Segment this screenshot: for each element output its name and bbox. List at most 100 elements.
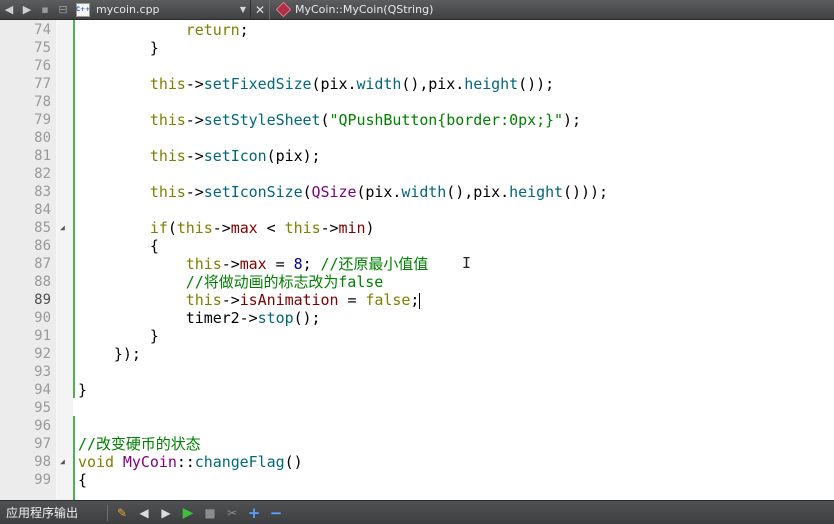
code-token: max bbox=[230, 219, 258, 237]
code-token: { bbox=[78, 471, 87, 489]
code-line[interactable]: this->setStyleSheet("QPushButton{border:… bbox=[78, 111, 581, 129]
code-token: (),pix. bbox=[401, 75, 465, 93]
code-line[interactable]: //将做动画的标志改为false bbox=[78, 273, 383, 291]
code-line[interactable]: this->setIcon(pix); bbox=[78, 147, 321, 165]
zoom-in-icon[interactable]: + bbox=[243, 503, 265, 523]
line-number: 83 bbox=[34, 184, 51, 200]
output-pane-bar: 应用程序输出 ✎ ◀ ▶ ▶ ■ ✂ + − bbox=[0, 500, 834, 524]
code-token: (); bbox=[293, 309, 321, 327]
code-line[interactable]: void MyCoin::changeFlag() bbox=[78, 453, 303, 471]
change-marker bbox=[73, 20, 75, 398]
code-token: -> bbox=[320, 219, 339, 237]
reattach-icon[interactable]: ✎ bbox=[111, 503, 133, 523]
code-token: changeFlag bbox=[194, 453, 285, 471]
code-token: setIcon bbox=[203, 147, 267, 165]
code-line[interactable]: this->max = 8; //还原最小值值 bbox=[78, 255, 428, 273]
code-token: -> bbox=[221, 291, 240, 309]
code-line[interactable]: { bbox=[78, 471, 87, 489]
line-number: 77 bbox=[34, 76, 51, 92]
code-token: //还原最小值值 bbox=[320, 255, 429, 273]
fold-toggle-icon[interactable]: ◢ bbox=[60, 219, 65, 237]
previous-item-icon[interactable]: ◀ bbox=[133, 503, 155, 523]
line-number: 89 bbox=[34, 292, 51, 308]
code-token: this bbox=[185, 291, 222, 309]
back-arrow-icon[interactable]: ◀ bbox=[0, 0, 18, 20]
line-number: 93 bbox=[34, 364, 51, 380]
forward-arrow-icon[interactable]: ▶ bbox=[18, 0, 36, 20]
code-token: = bbox=[266, 255, 294, 273]
line-number: 78 bbox=[34, 94, 51, 110]
cpp-file-icon: C++ bbox=[76, 2, 90, 17]
line-number: 74 bbox=[34, 22, 51, 38]
code-token: this bbox=[149, 147, 186, 165]
code-token: setIconSize bbox=[203, 183, 303, 201]
split-icon[interactable]: ⊟ bbox=[54, 0, 72, 20]
line-number: 85 bbox=[34, 220, 51, 236]
next-item-icon[interactable]: ▶ bbox=[155, 503, 177, 523]
code-editor[interactable]: return; } this->setFixedSize(pix.width()… bbox=[0, 20, 834, 500]
fold-margin bbox=[57, 20, 73, 500]
zoom-out-icon[interactable]: − bbox=[265, 503, 287, 523]
line-number: 86 bbox=[34, 238, 51, 254]
code-line[interactable]: { bbox=[78, 237, 159, 255]
run-icon[interactable]: ▶ bbox=[177, 503, 199, 523]
code-token: ( bbox=[167, 219, 177, 237]
code-line[interactable]: }); bbox=[78, 345, 141, 363]
code-token: (pix); bbox=[266, 147, 321, 165]
open-file-name[interactable]: mycoin.cpp bbox=[96, 3, 236, 16]
code-token: 8 bbox=[293, 255, 303, 273]
code-token: -> bbox=[221, 255, 240, 273]
line-number: 81 bbox=[34, 148, 51, 164]
code-line[interactable]: timer2->stop(); bbox=[78, 309, 321, 327]
line-number: 84 bbox=[34, 202, 51, 218]
stop-icon[interactable]: ■ bbox=[199, 503, 221, 523]
line-number: 75 bbox=[34, 40, 51, 56]
code-token: min bbox=[338, 219, 366, 237]
line-number: 79 bbox=[34, 112, 51, 128]
code-token: //将做动画的标志改为false bbox=[185, 273, 384, 291]
line-number: 96 bbox=[34, 418, 51, 434]
code-token: < bbox=[257, 219, 285, 237]
code-token: this bbox=[185, 255, 222, 273]
line-number: 90 bbox=[34, 310, 51, 326]
code-line[interactable]: } bbox=[78, 381, 87, 399]
file-dropdown-arrow-icon[interactable]: ▼ bbox=[236, 5, 250, 14]
code-token: ; bbox=[302, 255, 321, 273]
code-line[interactable]: this->setFixedSize(pix.width(),pix.heigh… bbox=[78, 75, 554, 93]
code-line[interactable]: this->setIconSize(QSize(pix.width(),pix.… bbox=[78, 183, 608, 201]
clear-output-icon[interactable]: ✂ bbox=[221, 503, 243, 523]
current-function-selector[interactable]: MyCoin::MyCoin(QString) bbox=[295, 3, 433, 16]
code-line[interactable]: //改变硬币的状态 bbox=[78, 435, 201, 453]
line-number: 97 bbox=[34, 436, 51, 452]
code-token: //改变硬币的状态 bbox=[78, 435, 201, 453]
code-line[interactable]: } bbox=[78, 327, 159, 345]
code-token: stop bbox=[257, 309, 294, 327]
code-line[interactable]: if(this->max < this->min) bbox=[78, 219, 375, 237]
code-token: max bbox=[239, 255, 267, 273]
code-line[interactable]: return; bbox=[78, 21, 249, 39]
code-token: this bbox=[149, 111, 186, 129]
code-token: ( bbox=[320, 111, 330, 129]
text-caret bbox=[419, 292, 421, 309]
code-token: { bbox=[78, 237, 159, 255]
application-output-tab[interactable]: 应用程序输出 bbox=[0, 504, 104, 521]
code-token: -> bbox=[212, 219, 231, 237]
code-token: () bbox=[284, 453, 303, 471]
code-token: ; bbox=[239, 21, 249, 39]
lock-icon[interactable]: ▪ bbox=[36, 0, 54, 20]
code-line[interactable]: this->isAnimation = false; bbox=[78, 291, 421, 309]
line-number: 98 bbox=[34, 454, 51, 470]
code-token: ) bbox=[365, 219, 375, 237]
change-marker bbox=[73, 416, 75, 500]
fold-toggle-icon[interactable]: ◢ bbox=[60, 453, 65, 471]
close-icon[interactable]: ✕ bbox=[250, 0, 270, 20]
code-line[interactable]: } bbox=[78, 39, 159, 57]
